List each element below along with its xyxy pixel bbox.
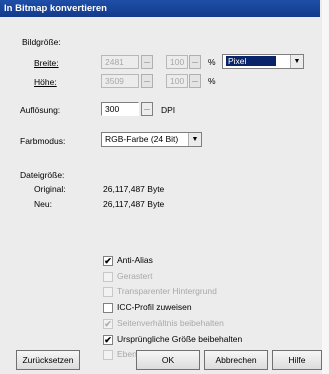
file-size-heading: Dateigröße: bbox=[20, 170, 65, 180]
height-input[interactable]: 3509 bbox=[101, 74, 139, 88]
option-checkbox bbox=[103, 272, 113, 282]
height-percent-spinner[interactable] bbox=[189, 74, 201, 88]
height-percent-symbol: % bbox=[208, 76, 216, 86]
width-percent-spinner[interactable] bbox=[189, 55, 201, 69]
width-input[interactable]: 2481 bbox=[101, 55, 139, 69]
height-percent-input[interactable]: 100 bbox=[166, 74, 188, 88]
width-label: Breite: bbox=[34, 58, 59, 68]
ok-button[interactable]: OK bbox=[136, 350, 200, 370]
option-checkbox[interactable]: ✔ bbox=[103, 335, 113, 345]
option-label: Anti-Alias bbox=[117, 255, 153, 265]
option-checkbox[interactable]: ✔ bbox=[103, 256, 113, 266]
option-checkbox bbox=[103, 350, 113, 360]
resolution-spinner[interactable] bbox=[141, 102, 153, 116]
resolution-input[interactable]: 300 bbox=[101, 102, 139, 116]
option-label: Transparenter Hintergrund bbox=[117, 286, 217, 296]
color-mode-value: RGB-Farbe (24 Bit) bbox=[105, 134, 179, 144]
original-size-value: 26,117,487 Byte bbox=[103, 184, 165, 194]
unit-select-value: Pixel bbox=[226, 56, 277, 66]
width-spinner[interactable] bbox=[141, 55, 153, 69]
image-size-heading: Bildgröße: bbox=[22, 37, 61, 47]
new-size-label: Neu: bbox=[34, 199, 52, 209]
reset-button[interactable]: Zurücksetzen bbox=[16, 350, 80, 370]
chevron-down-icon[interactable]: ▼ bbox=[188, 133, 201, 146]
height-spinner[interactable] bbox=[141, 74, 153, 88]
resolution-unit: DPI bbox=[161, 105, 176, 115]
option-label: ICC-Profil zuweisen bbox=[117, 302, 192, 312]
new-size-value: 26,117,487 Byte bbox=[103, 199, 165, 209]
dialog-title: In Bitmap konvertieren bbox=[4, 3, 107, 14]
option-label: Ursprüngliche Größe beibehalten bbox=[117, 334, 243, 344]
width-percent-input[interactable]: 100 bbox=[166, 55, 188, 69]
resolution-label: Auflösung: bbox=[20, 105, 61, 115]
chevron-down-icon[interactable]: ▼ bbox=[290, 55, 303, 68]
cancel-button[interactable]: Abbrechen bbox=[204, 350, 268, 370]
option-label: Seitenverhältnis beibehalten bbox=[117, 318, 224, 328]
option-checkbox: ✔ bbox=[103, 319, 113, 329]
height-label: Höhe: bbox=[34, 77, 57, 87]
original-size-label: Original: bbox=[34, 184, 66, 194]
color-mode-label: Farbmodus: bbox=[20, 136, 66, 146]
option-label: Gerastert bbox=[117, 271, 153, 281]
window-frame bbox=[322, 0, 329, 374]
title-bar[interactable]: In Bitmap konvertieren bbox=[0, 0, 320, 17]
option-checkbox[interactable] bbox=[103, 303, 113, 313]
width-percent-symbol: % bbox=[208, 57, 216, 67]
color-mode-select[interactable]: RGB-Farbe (24 Bit) ▼ bbox=[101, 132, 202, 147]
help-button[interactable]: Hilfe bbox=[272, 350, 322, 370]
convert-to-bitmap-dialog: In Bitmap konvertieren x Bildgröße: Brei… bbox=[0, 0, 329, 374]
unit-select[interactable]: Pixel ▼ bbox=[222, 54, 304, 69]
option-checkbox bbox=[103, 287, 113, 297]
